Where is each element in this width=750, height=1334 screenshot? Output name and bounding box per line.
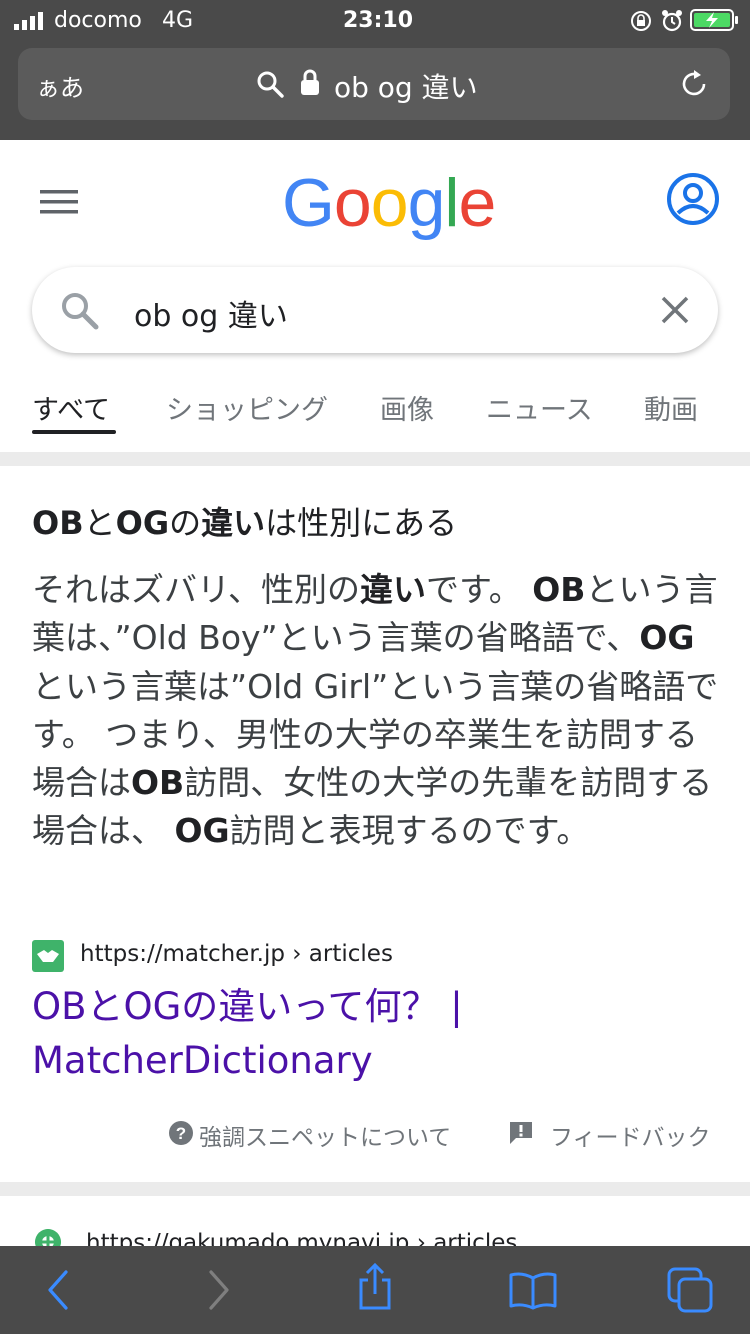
account-icon[interactable] (666, 172, 720, 230)
body-text: それはズバリ、性別の (32, 570, 361, 609)
section-divider (0, 452, 750, 466)
text-size-button[interactable]: ぁあ (36, 68, 84, 103)
svg-text:?: ? (176, 1124, 186, 1143)
signal-icon (14, 12, 50, 30)
search-icon (256, 70, 284, 102)
orientation-lock-icon (630, 10, 652, 36)
logo-letter: e (458, 165, 497, 241)
back-icon[interactable] (44, 1270, 72, 1314)
body-bold: OG (174, 811, 230, 851)
address-bar[interactable]: ぁあ ob og 違い (18, 48, 730, 120)
search-icon (60, 291, 100, 335)
url-text: ob og 違い (334, 71, 478, 104)
feedback-icon[interactable] (508, 1120, 534, 1150)
lock-icon (300, 68, 320, 100)
body-text: です。 (426, 570, 533, 609)
network-type: 4G (162, 8, 194, 33)
alarm-icon (661, 9, 683, 37)
result-source-url[interactable]: https://matcher.jp › articles (80, 941, 393, 967)
about-snippet-link[interactable]: 強調スニペットについて (199, 1118, 451, 1152)
clear-search-icon[interactable] (660, 295, 690, 329)
title-bold-ob: OB (32, 504, 84, 542)
browser-toolbar (0, 1246, 750, 1334)
help-icon[interactable]: ? (168, 1120, 194, 1150)
body-text: 訪問と表現するのです。 (229, 811, 590, 851)
bookmarks-icon[interactable] (508, 1270, 558, 1314)
google-logo[interactable]: Google (282, 164, 497, 242)
tab-all[interactable]: すべて (32, 388, 110, 427)
reload-icon[interactable] (678, 68, 710, 104)
body-bold: OB (131, 763, 185, 803)
logo-letter: o (370, 165, 409, 241)
carrier-name: docomo (54, 8, 142, 33)
section-divider (0, 1182, 750, 1196)
body-bold: OG (639, 618, 695, 658)
logo-letter: o (333, 165, 372, 241)
body-bold: 違い (360, 570, 427, 609)
tab-shopping[interactable]: ショッピング (166, 388, 328, 427)
body-bold: OB (532, 570, 586, 609)
result-title-link[interactable]: OBとOGの違いって何？ | MatcherDictionary (32, 980, 692, 1088)
site-favicon (32, 940, 64, 972)
tab-videos[interactable]: 動画 (644, 388, 698, 427)
clock: 23:10 (343, 8, 414, 33)
tab-news[interactable]: ニュース (486, 388, 593, 427)
title-text: と (83, 504, 116, 542)
share-icon[interactable] (355, 1262, 395, 1316)
battery-icon (690, 8, 740, 36)
forward-icon[interactable] (205, 1270, 233, 1314)
search-input[interactable]: ob og 違い (134, 291, 288, 335)
browser-top-chrome: docomo 4G 23:10 ぁあ ob og 違い (0, 0, 750, 140)
tabs-icon[interactable] (666, 1266, 716, 1318)
title-bold-og: OG (115, 504, 170, 542)
logo-letter: l (444, 165, 459, 241)
logo-letter: G (282, 165, 335, 241)
title-bold-chigai: 違い (201, 504, 266, 542)
logo-letter: g (407, 165, 446, 241)
title-text: は性別にある (265, 504, 458, 542)
search-box[interactable]: ob og 違い (32, 267, 718, 353)
hamburger-menu-icon[interactable] (40, 188, 80, 216)
title-text: の (169, 504, 202, 542)
feedback-link[interactable]: フィードバック (550, 1118, 711, 1152)
tab-images[interactable]: 画像 (380, 388, 434, 427)
snippet-body: それはズバリ、性別の違いです。 OBという言葉は、”Old Boy”という言葉の… (32, 566, 722, 856)
active-tab-indicator (32, 430, 116, 434)
snippet-title: OBとOGの違いは性別にある (32, 500, 722, 546)
